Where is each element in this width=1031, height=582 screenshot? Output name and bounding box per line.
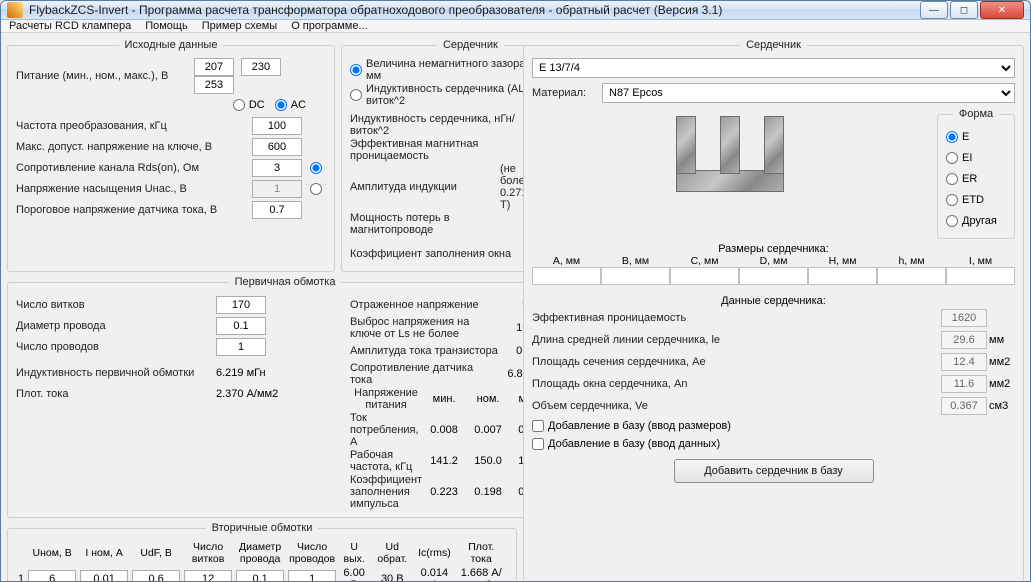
sec-udf[interactable] [132,570,180,582]
input-prim-cnt[interactable] [216,338,266,356]
input-power-nom[interactable] [241,58,281,76]
value-an [941,375,987,393]
sec-turns[interactable] [184,570,232,582]
value-ve [941,397,987,415]
menu-about[interactable]: О программе... [291,20,367,32]
group-core: Сердечник E 13/7/4 Материал: N87 Epcos [523,39,1024,582]
select-core[interactable]: E 13/7/4 [532,58,1015,78]
core-image [670,110,790,198]
label-unas: Напряжение насыщения Uнас., В [16,183,252,195]
sec-unom[interactable] [28,570,76,582]
group-primary: Первичная обмотка Число витков Диаметр п… [7,276,563,518]
value-mu-eff [941,309,987,327]
radio-rds-mode[interactable] [310,162,322,174]
checkbox-add-data[interactable]: Добавление в базу (ввод данных) [532,438,1015,450]
radio-al[interactable] [350,89,362,101]
sec-j: 1.668 А/мм2 [454,566,508,582]
input-rds[interactable] [252,159,302,177]
radio-shape-e[interactable]: E [946,127,1006,147]
radio-shape-other[interactable]: Другая [946,211,1006,231]
table-secondary: Uном, В I ном, А UdF, В Число витков Диа… [16,540,508,582]
input-prim-dia[interactable] [216,317,266,335]
minimize-button[interactable]: — [920,1,948,19]
input-dim-a[interactable] [532,267,601,285]
radio-gap[interactable] [350,64,362,76]
label-freq: Частота преобразования, кГц [16,120,252,132]
sec-irms: 0.014 А [414,566,454,582]
sec-inom[interactable] [80,570,128,582]
sec-dia[interactable] [236,570,284,582]
window-title: FlybackZCS-Invert - Программа расчета тр… [29,3,920,17]
sec-uout: 6.00 В [338,566,370,582]
add-core-button[interactable]: Добавить сердечник в базу [674,459,874,483]
label-maxv: Макс. допуст. напряжение на ключе, В [16,141,252,153]
sec-udb: 30 В [370,566,414,582]
input-power-max[interactable] [194,76,234,94]
radio-dc[interactable]: DC [233,99,265,111]
group-source: Исходные данные Питание (мин., ном., мак… [7,39,335,272]
input-dim-i[interactable] [946,267,1015,285]
close-button[interactable]: ✕ [980,1,1024,19]
value-prim-L: 6.219 мГн [216,367,266,379]
input-power-min[interactable] [194,58,234,76]
maximize-button[interactable]: ◻ [950,1,978,19]
checkbox-add-dims[interactable]: Добавление в базу (ввод размеров) [532,420,1015,432]
menubar: Расчеты RCD клампера Помощь Пример схемы… [1,20,1030,33]
group-shape: Форма E EI ER ETD Другая [937,108,1015,239]
menu-help[interactable]: Помощь [145,20,188,32]
radio-shape-etd[interactable]: ETD [946,190,1006,210]
legend-primary: Первичная обмотка [229,276,342,288]
label-rds: Сопротивление канала Rds(on), Ом [16,162,252,174]
legend-core-params: Сердечник [437,39,504,51]
group-secondary: Вторичные обмотки Uном, В I ном, А UdF, … [7,522,517,582]
input-dim-d[interactable] [739,267,808,285]
input-unas [252,180,302,198]
input-maxv[interactable] [252,138,302,156]
input-uth[interactable] [252,201,302,219]
legend-secondary: Вторичные обмотки [206,522,319,534]
input-freq[interactable] [252,117,302,135]
app-icon [7,2,23,18]
titlebar: FlybackZCS-Invert - Программа расчета тр… [1,1,1030,20]
radio-shape-er[interactable]: ER [946,169,1006,189]
input-dim-b[interactable] [601,267,670,285]
legend-source: Исходные данные [119,39,224,51]
legend-core: Сердечник [740,39,807,51]
value-prim-J: 2.370 А/мм2 [216,388,278,400]
menu-example[interactable]: Пример схемы [202,20,278,32]
input-dim-c[interactable] [670,267,739,285]
label-power: Питание (мин., ном., макс.), В [16,70,194,82]
input-prim-turns[interactable] [216,296,266,314]
input-dim-hh[interactable] [808,267,877,285]
radio-ac[interactable]: AC [275,99,306,111]
value-ae [941,353,987,371]
radio-unas-mode[interactable] [310,183,322,195]
menu-rcd[interactable]: Расчеты RCD клампера [9,20,131,32]
radio-shape-ei[interactable]: EI [946,148,1006,168]
sec-cnt[interactable] [288,570,336,582]
value-le [941,331,987,349]
table-row: 16.00 В30 В0.014 А1.668 А/мм2 [16,566,508,582]
select-material[interactable]: N87 Epcos [602,83,1015,103]
input-dim-h[interactable] [877,267,946,285]
label-uth: Пороговое напряжение датчика тока, В [16,204,252,216]
